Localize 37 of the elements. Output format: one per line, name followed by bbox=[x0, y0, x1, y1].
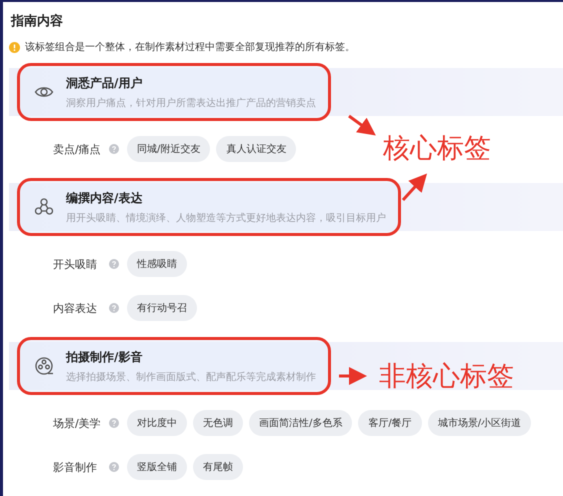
help-icon[interactable] bbox=[109, 259, 119, 269]
callout-arrow bbox=[348, 114, 376, 136]
tag-chip: 竖版全铺 bbox=[127, 454, 187, 480]
tag-group-label: 内容表达 bbox=[53, 300, 98, 316]
category-title: 拍摄制作/影音 bbox=[66, 348, 144, 366]
help-icon[interactable] bbox=[109, 462, 119, 472]
tag-chip: 画面简洁性/多色系 bbox=[249, 410, 352, 436]
notice-text: 该标签组合是一个整体，在制作素材过程中需要全部复现推荐的所有标签。 bbox=[25, 40, 355, 54]
tag-chip: 城市场景/小区街道 bbox=[428, 410, 532, 436]
tag-group-label: 场景/美学 bbox=[53, 416, 102, 430]
section-title: 指南内容 bbox=[10, 12, 64, 30]
tag-chip: 真人认证交友 bbox=[216, 136, 296, 162]
help-icon[interactable] bbox=[109, 144, 119, 154]
film-reel-icon bbox=[34, 356, 54, 376]
tag-group-label: 影音制作 bbox=[53, 460, 98, 474]
tag-chip: 无色调 bbox=[193, 410, 243, 436]
tag-chip: 对比度中 bbox=[127, 410, 187, 436]
nodes-icon bbox=[34, 197, 54, 217]
category-title: 编撰内容/表达 bbox=[66, 190, 144, 206]
callout-arrow bbox=[402, 174, 428, 201]
warning-icon bbox=[9, 42, 20, 52]
tag-chip: 性感吸睛 bbox=[127, 251, 187, 277]
callout-label: 非核心标签 bbox=[379, 360, 514, 394]
help-icon[interactable] bbox=[109, 303, 119, 313]
tag-chip: 有尾帧 bbox=[193, 454, 243, 480]
category-description: 洞察用户痛点，针对用户所需表达出推广产品的营销卖点 bbox=[66, 96, 316, 110]
category-title: 洞悉产品/用户 bbox=[66, 74, 144, 92]
tag-chip: 客厅/餐厅 bbox=[358, 410, 422, 436]
tag-chip: 同城/附近交友 bbox=[127, 136, 210, 162]
help-icon[interactable] bbox=[109, 418, 119, 428]
category-description: 选择拍摄场景、制作画面版式、配声配乐等完成素材制作 bbox=[66, 370, 316, 384]
tag-group-label: 卖点/痛点 bbox=[53, 142, 102, 156]
callout-arrow bbox=[339, 367, 367, 385]
category-description: 用开头吸睛、情境演绎、人物塑造等方式更好地表达内容，吸引目标用户 bbox=[66, 212, 386, 224]
tag-chip: 有行动号召 bbox=[127, 295, 197, 321]
callout-label: 核心标签 bbox=[383, 132, 491, 166]
tag-group-label: 开头吸睛 bbox=[53, 256, 98, 272]
